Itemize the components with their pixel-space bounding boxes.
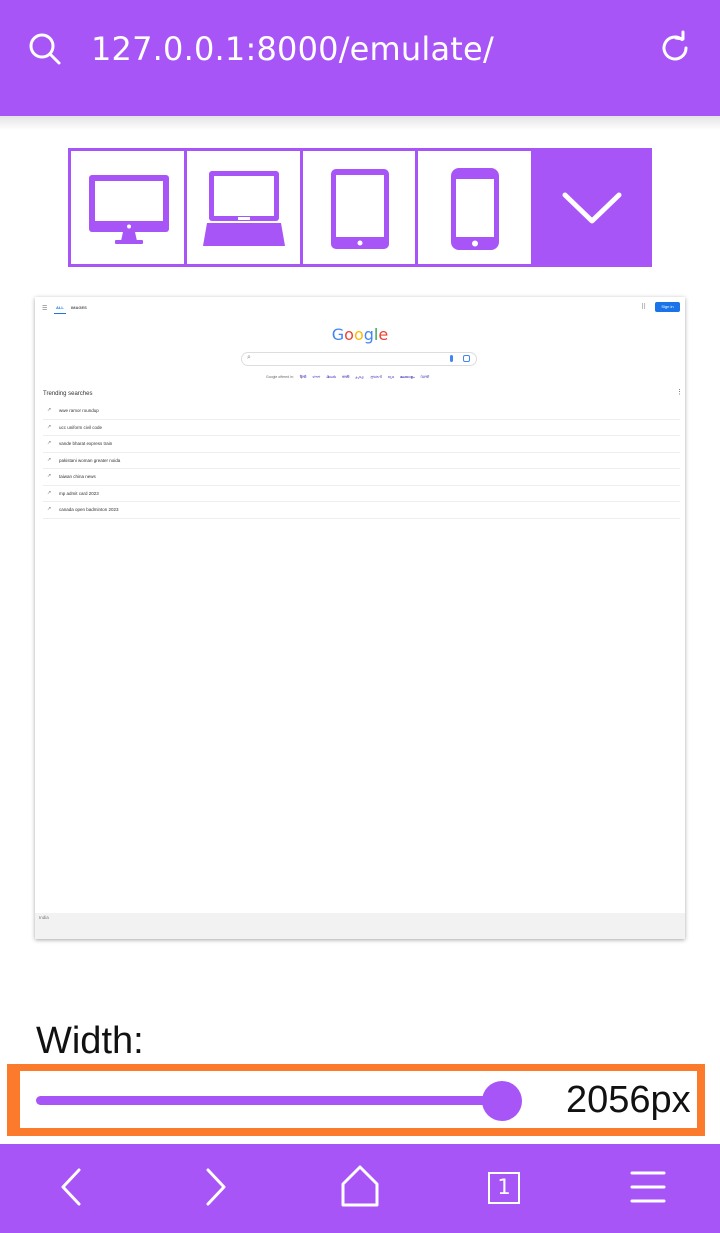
logo-letter: G bbox=[331, 325, 345, 344]
logo-letter: o bbox=[353, 325, 364, 344]
language-link[interactable]: ಕನ್ನಡ bbox=[388, 375, 394, 379]
lens-icon[interactable] bbox=[463, 355, 470, 362]
trending-item[interactable]: ↗ taiwan china news bbox=[43, 469, 680, 486]
chevron-down-icon bbox=[562, 192, 622, 224]
trending-item[interactable]: ↗ pakistani woman greater noida bbox=[43, 453, 680, 469]
bottom-navigation bbox=[0, 1144, 720, 1233]
phone-icon bbox=[451, 168, 500, 250]
menu-button[interactable] bbox=[623, 1162, 673, 1212]
language-link[interactable]: বাংলা bbox=[312, 375, 320, 379]
tabs-button[interactable]: 1 bbox=[488, 1172, 520, 1204]
language-link[interactable]: ગુજરાતી bbox=[370, 375, 382, 379]
width-control-highlight: 2056px bbox=[7, 1064, 705, 1136]
width-slider-track[interactable] bbox=[36, 1096, 506, 1105]
footer-country: India bbox=[39, 915, 49, 920]
tablet-icon bbox=[330, 169, 389, 249]
width-value: 2056px bbox=[566, 1079, 691, 1121]
trending-item[interactable]: ↗ mp admit card 2023 bbox=[43, 486, 680, 502]
device-selector bbox=[68, 148, 652, 267]
trending-icon: ↗ bbox=[47, 489, 52, 496]
width-control: 2056px bbox=[20, 1071, 697, 1128]
trending-item[interactable]: ↗ ucc uniform civil code bbox=[43, 420, 680, 436]
preview-header: ☰ ALL IMAGES ⠿ Sign in bbox=[35, 297, 685, 319]
preview-tab-images[interactable]: IMAGES bbox=[71, 305, 87, 310]
trending-item[interactable]: ↗ vande bharat express train bbox=[43, 436, 680, 453]
laptop-icon bbox=[202, 171, 285, 246]
home-icon bbox=[341, 1165, 379, 1207]
languages-offered: Google offered in: हिन्दी বাংলা తెలుగు म… bbox=[266, 375, 429, 381]
preview-search-box[interactable]: ⌕ bbox=[241, 352, 477, 366]
trending-icon: ↗ bbox=[47, 440, 52, 446]
back-arrow-icon bbox=[61, 1168, 81, 1206]
device-phone-button[interactable] bbox=[418, 151, 532, 264]
google-logo: Google bbox=[35, 325, 685, 344]
language-link[interactable]: தமிழ் bbox=[355, 375, 364, 379]
offered-in-label: Google offered in: bbox=[266, 375, 294, 379]
apps-grid-icon[interactable]: ⠿ bbox=[641, 303, 646, 311]
trending-icon: ↗ bbox=[47, 456, 52, 463]
trending-item[interactable]: ↗ canada open badminton 2023 bbox=[43, 502, 680, 519]
preview-tab-all[interactable]: ALL bbox=[54, 305, 66, 314]
trending-title: Trending searches bbox=[43, 391, 93, 397]
trending-icon: ↗ bbox=[47, 506, 52, 512]
toolbar-shadow bbox=[0, 116, 720, 130]
menu-icon bbox=[630, 1171, 666, 1203]
forward-arrow-icon bbox=[206, 1168, 226, 1206]
trending-icon: ↗ bbox=[47, 473, 52, 479]
more-devices-button[interactable] bbox=[534, 151, 649, 264]
reload-icon[interactable] bbox=[657, 30, 693, 66]
logo-letter: e bbox=[378, 325, 389, 344]
monitor-icon bbox=[89, 175, 169, 244]
search-icon[interactable] bbox=[28, 32, 62, 66]
emulated-page-preview[interactable]: ☰ ALL IMAGES ⠿ Sign in Google ⌕ Google o… bbox=[35, 297, 685, 939]
sign-in-button[interactable]: Sign in bbox=[655, 302, 680, 312]
trending-list: ↗ wwe ramor roundup ↗ ucc uniform civil co… bbox=[43, 403, 680, 519]
trending-icon: ↗ bbox=[47, 423, 52, 430]
language-link[interactable]: മലയാളം bbox=[400, 375, 415, 379]
device-laptop-button[interactable] bbox=[186, 151, 300, 264]
search-icon: ⌕ bbox=[247, 354, 251, 361]
back-button[interactable] bbox=[48, 1162, 98, 1212]
width-slider-thumb[interactable] bbox=[482, 1081, 522, 1121]
preview-footer: India bbox=[35, 913, 685, 939]
device-desktop-button[interactable] bbox=[71, 151, 184, 264]
trending-item[interactable]: ↗ wwe ramor roundup bbox=[43, 403, 680, 420]
forward-button[interactable] bbox=[192, 1162, 242, 1212]
home-button[interactable] bbox=[335, 1162, 385, 1212]
language-link[interactable]: తెలుగు bbox=[326, 375, 336, 379]
language-link[interactable]: ਪੰਜਾਬੀ bbox=[421, 375, 430, 379]
language-link[interactable]: मराठी bbox=[342, 375, 349, 379]
trending-icon: ↗ bbox=[47, 407, 52, 413]
hamburger-icon[interactable]: ☰ bbox=[42, 305, 47, 312]
width-label: Width: bbox=[36, 1020, 144, 1062]
address-bar: 127.0.0.1:8000/emulate/ bbox=[0, 0, 720, 116]
microphone-icon[interactable] bbox=[450, 355, 453, 362]
device-tablet-button[interactable] bbox=[302, 151, 416, 264]
language-link[interactable]: हिन्दी bbox=[300, 375, 307, 379]
logo-letter: o bbox=[344, 325, 354, 344]
more-options-icon[interactable]: ⋮ bbox=[676, 388, 683, 396]
logo-letter: g bbox=[363, 325, 374, 344]
url-field[interactable]: 127.0.0.1:8000/emulate/ bbox=[91, 30, 494, 68]
